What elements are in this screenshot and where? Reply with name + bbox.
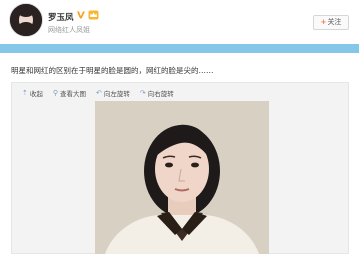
user-subtitle: 网络红人凤姐	[48, 26, 90, 34]
accent-divider	[0, 44, 359, 53]
collapse-button[interactable]: ⇡ 收起	[22, 88, 43, 98]
collapse-up-icon: ⇡	[22, 89, 28, 97]
magnify-icon: ⚲	[52, 89, 59, 97]
rotate-left-icon: ↶	[96, 89, 102, 97]
verified-v-icon	[77, 11, 85, 19]
plus-icon: +	[320, 18, 327, 26]
avatar[interactable]	[9, 3, 43, 37]
rotate-right-icon: ↷	[139, 89, 146, 97]
rotate-left-label: 向左旋转	[103, 90, 130, 98]
media-toolbar: ⇡ 收起 ⚲ 查看大图 ↶ 向左旋转 ↷ 向右旋转	[22, 87, 174, 99]
view-large-label: 查看大图	[60, 90, 87, 98]
username[interactable]: 罗玉凤	[48, 11, 74, 23]
rotate-right-label: 向右旋转	[147, 90, 174, 98]
view-large-button[interactable]: ⚲ 查看大图	[53, 88, 86, 98]
rotate-left-button[interactable]: ↶ 向左旋转	[96, 88, 130, 98]
collapse-label: 收起	[29, 90, 43, 98]
post-photo[interactable]	[95, 101, 269, 254]
post-text: 明星和网红的区别在于明星的脸是圆的，网红的脸是尖的……	[11, 66, 214, 75]
crown-badge-icon	[88, 10, 99, 20]
follow-button[interactable]: +关注	[313, 15, 349, 30]
follow-label: 关注	[327, 18, 342, 26]
rotate-right-button[interactable]: ↷ 向右旋转	[140, 88, 174, 98]
